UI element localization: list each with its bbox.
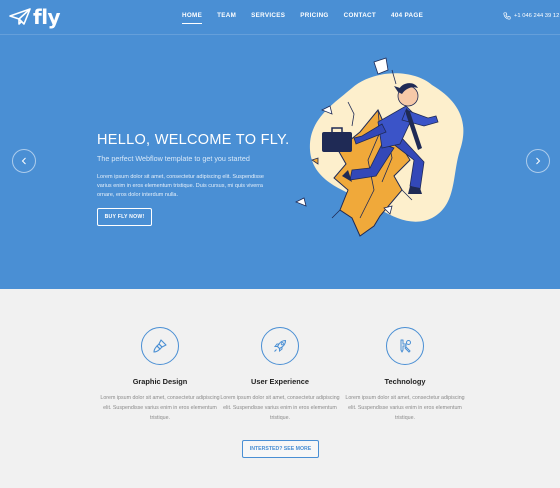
feature-icon-circle bbox=[261, 327, 299, 365]
logo[interactable]: fly bbox=[9, 5, 61, 29]
hero-description: Lorem ipsum dolor sit amet, consectetur … bbox=[97, 174, 264, 198]
feature-title: Technology bbox=[384, 377, 426, 386]
feature-icon-circle bbox=[386, 327, 424, 365]
rocket-icon bbox=[273, 339, 287, 353]
main-nav: HOME TEAM SERVICES PRICING CONTACT 404 P… bbox=[182, 12, 438, 24]
slider-prev-button[interactable] bbox=[12, 149, 36, 173]
paper-plane-icon bbox=[9, 8, 31, 25]
feature-title: User Experience bbox=[251, 377, 309, 386]
buy-fly-button[interactable]: BUY FLY NOW! bbox=[97, 208, 152, 226]
nav-services[interactable]: SERVICES bbox=[251, 12, 285, 19]
feature-title: Graphic Design bbox=[132, 377, 188, 386]
feature-user-experience: User Experience Lorem ipsum dolor sit am… bbox=[218, 327, 342, 423]
nav-pricing[interactable]: PRICING bbox=[300, 12, 328, 19]
logo-text: fly bbox=[33, 5, 61, 29]
chevron-right-icon bbox=[536, 157, 541, 165]
chevron-left-icon bbox=[21, 157, 26, 165]
feature-description: Lorem ipsum dolor sit amet, consectetur … bbox=[220, 395, 340, 421]
feature-description: Lorem ipsum dolor sit amet, consectetur … bbox=[100, 395, 220, 421]
hero-title: HELLO, WELCOME TO FLY. bbox=[97, 132, 290, 148]
feature-icon-circle bbox=[141, 327, 179, 365]
feature-graphic-design: Graphic Design Lorem ipsum dolor sit ame… bbox=[98, 327, 222, 423]
hero-subtitle: The perfect Webflow template to get you … bbox=[97, 154, 250, 163]
paint-brush-icon bbox=[153, 339, 167, 353]
hero-illustration bbox=[295, 57, 464, 237]
phone-link[interactable]: +1 046 244 39 12 bbox=[503, 12, 559, 20]
phone-number: +1 046 244 39 12 bbox=[514, 13, 560, 19]
feature-technology: Technology Lorem ipsum dolor sit amet, c… bbox=[343, 327, 467, 423]
tools-icon bbox=[400, 339, 411, 353]
feature-description: Lorem ipsum dolor sit amet, consectetur … bbox=[345, 395, 465, 421]
phone-icon bbox=[503, 12, 511, 20]
nav-home[interactable]: HOME bbox=[182, 12, 203, 24]
nav-team[interactable]: TEAM bbox=[217, 12, 236, 19]
nav-contact[interactable]: CONTACT bbox=[344, 12, 376, 19]
see-more-button[interactable]: INTERSTED? SEE MORE bbox=[242, 440, 319, 458]
hero-section: HELLO, WELCOME TO FLY. The perfect Webfl… bbox=[0, 35, 560, 289]
slider-next-button[interactable] bbox=[526, 149, 550, 173]
nav-404[interactable]: 404 PAGE bbox=[391, 12, 423, 19]
header: fly HOME TEAM SERVICES PRICING CONTACT 4… bbox=[0, 0, 560, 35]
